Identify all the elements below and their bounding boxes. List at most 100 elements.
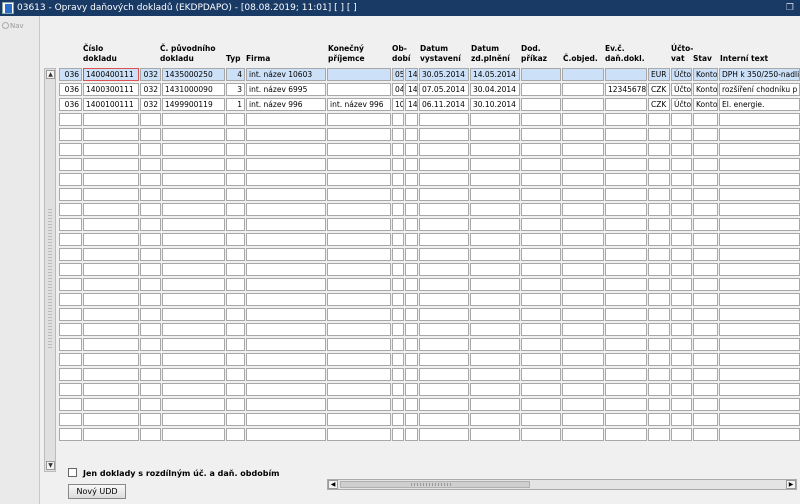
cell-zdplneni[interactable]: [470, 203, 520, 216]
cell-obdobi2[interactable]: [405, 383, 418, 396]
cell-cislo[interactable]: [83, 128, 139, 141]
cell-puvodni[interactable]: [162, 203, 225, 216]
cell-objed[interactable]: [562, 338, 604, 351]
cell-zdplneni[interactable]: [470, 308, 520, 321]
cell-uctovat[interactable]: [671, 353, 692, 366]
cell-prijemce[interactable]: [327, 83, 391, 96]
cell-vystaveni[interactable]: [419, 398, 469, 411]
cell-typ[interactable]: [226, 248, 245, 261]
cell-stav[interactable]: [693, 353, 718, 366]
cell-text[interactable]: [719, 143, 800, 156]
cell-zdplneni[interactable]: [470, 173, 520, 186]
cell-mena[interactable]: [648, 368, 670, 381]
table-row[interactable]: [59, 338, 800, 353]
cell-c1[interactable]: [59, 158, 82, 171]
cell-firma[interactable]: int. název 996: [246, 98, 326, 111]
column-header-prikaz[interactable]: Dod. příkaz: [521, 44, 547, 64]
cell-mena[interactable]: [648, 293, 670, 306]
table-row[interactable]: [59, 158, 800, 173]
cell-typ[interactable]: 4: [226, 68, 245, 81]
cell-c1[interactable]: [59, 338, 82, 351]
cell-typ[interactable]: [226, 293, 245, 306]
scroll-left-icon[interactable]: ◀: [328, 480, 338, 489]
cell-zdplneni[interactable]: [470, 323, 520, 336]
cell-uctovat[interactable]: [671, 308, 692, 321]
cell-c3[interactable]: 032: [140, 83, 161, 96]
cell-mena[interactable]: [648, 248, 670, 261]
cell-obdobi1[interactable]: [392, 278, 404, 291]
cell-stav[interactable]: [693, 218, 718, 231]
cell-mena[interactable]: [648, 353, 670, 366]
cell-stav[interactable]: [693, 143, 718, 156]
cell-stav[interactable]: [693, 248, 718, 261]
cell-stav[interactable]: [693, 428, 718, 441]
cell-objed[interactable]: [562, 293, 604, 306]
cell-c3[interactable]: [140, 308, 161, 321]
cell-objed[interactable]: [562, 308, 604, 321]
cell-prikaz[interactable]: [521, 248, 561, 261]
column-header-cislo[interactable]: Číslo dokladu: [83, 44, 117, 64]
cell-stav[interactable]: [693, 293, 718, 306]
cell-mena[interactable]: [648, 383, 670, 396]
cell-c1[interactable]: [59, 218, 82, 231]
cell-text[interactable]: [719, 368, 800, 381]
table-row[interactable]: [59, 143, 800, 158]
column-header-vystaveni[interactable]: Datum vystavení: [420, 44, 461, 64]
cell-zdplneni[interactable]: [470, 278, 520, 291]
cell-uctovat[interactable]: Účto: [671, 68, 692, 81]
cell-typ[interactable]: [226, 158, 245, 171]
cell-obdobi1[interactable]: [392, 218, 404, 231]
cell-prikaz[interactable]: [521, 353, 561, 366]
cell-zdplneni[interactable]: [470, 353, 520, 366]
cell-evc[interactable]: [605, 173, 647, 186]
cell-typ[interactable]: [226, 323, 245, 336]
table-row[interactable]: [59, 263, 800, 278]
cell-text[interactable]: [719, 383, 800, 396]
cell-stav[interactable]: [693, 203, 718, 216]
cell-firma[interactable]: [246, 248, 326, 261]
cell-obdobi2[interactable]: [405, 338, 418, 351]
cell-cislo[interactable]: [83, 203, 139, 216]
cell-obdobi2[interactable]: [405, 188, 418, 201]
column-header-puvodni[interactable]: Č. původního dokladu: [160, 44, 216, 64]
cell-puvodni[interactable]: 1431000090: [162, 83, 225, 96]
cell-c3[interactable]: [140, 113, 161, 126]
table-row[interactable]: [59, 293, 800, 308]
cell-cislo[interactable]: [83, 413, 139, 426]
cell-prikaz[interactable]: [521, 383, 561, 396]
cell-obdobi2[interactable]: [405, 203, 418, 216]
cell-zdplneni[interactable]: [470, 368, 520, 381]
table-row[interactable]: 036 1400100111 032 1499900119 1 int. název 99…: [59, 98, 800, 113]
cell-firma[interactable]: int. název 10603: [246, 68, 326, 81]
cell-zdplneni[interactable]: [470, 398, 520, 411]
cell-typ[interactable]: [226, 368, 245, 381]
cell-cislo[interactable]: [83, 398, 139, 411]
cell-cislo[interactable]: [83, 308, 139, 321]
cell-vystaveni[interactable]: [419, 278, 469, 291]
cell-uctovat[interactable]: [671, 203, 692, 216]
cell-uctovat[interactable]: [671, 233, 692, 246]
cell-obdobi1[interactable]: [392, 233, 404, 246]
cell-text[interactable]: [719, 323, 800, 336]
cell-typ[interactable]: 1: [226, 98, 245, 111]
cell-c1[interactable]: [59, 398, 82, 411]
cell-zdplneni[interactable]: [470, 338, 520, 351]
cell-c1[interactable]: [59, 308, 82, 321]
cell-zdplneni[interactable]: [470, 248, 520, 261]
cell-vystaveni[interactable]: [419, 383, 469, 396]
cell-objed[interactable]: [562, 263, 604, 276]
cell-prikaz[interactable]: [521, 158, 561, 171]
cell-c3[interactable]: [140, 338, 161, 351]
cell-puvodni[interactable]: [162, 293, 225, 306]
cell-uctovat[interactable]: [671, 383, 692, 396]
cell-evc[interactable]: [605, 158, 647, 171]
column-header-evc[interactable]: Ev.č. daň.dokl.: [605, 44, 645, 64]
column-header-zdplneni[interactable]: Datum zd.plnění: [471, 44, 510, 64]
cell-stav[interactable]: [693, 233, 718, 246]
cell-stav[interactable]: [693, 113, 718, 126]
scroll-up-icon[interactable]: ▲: [46, 70, 55, 79]
cell-c1[interactable]: [59, 428, 82, 441]
cell-text[interactable]: [719, 413, 800, 426]
cell-prikaz[interactable]: [521, 203, 561, 216]
cell-obdobi1[interactable]: [392, 398, 404, 411]
